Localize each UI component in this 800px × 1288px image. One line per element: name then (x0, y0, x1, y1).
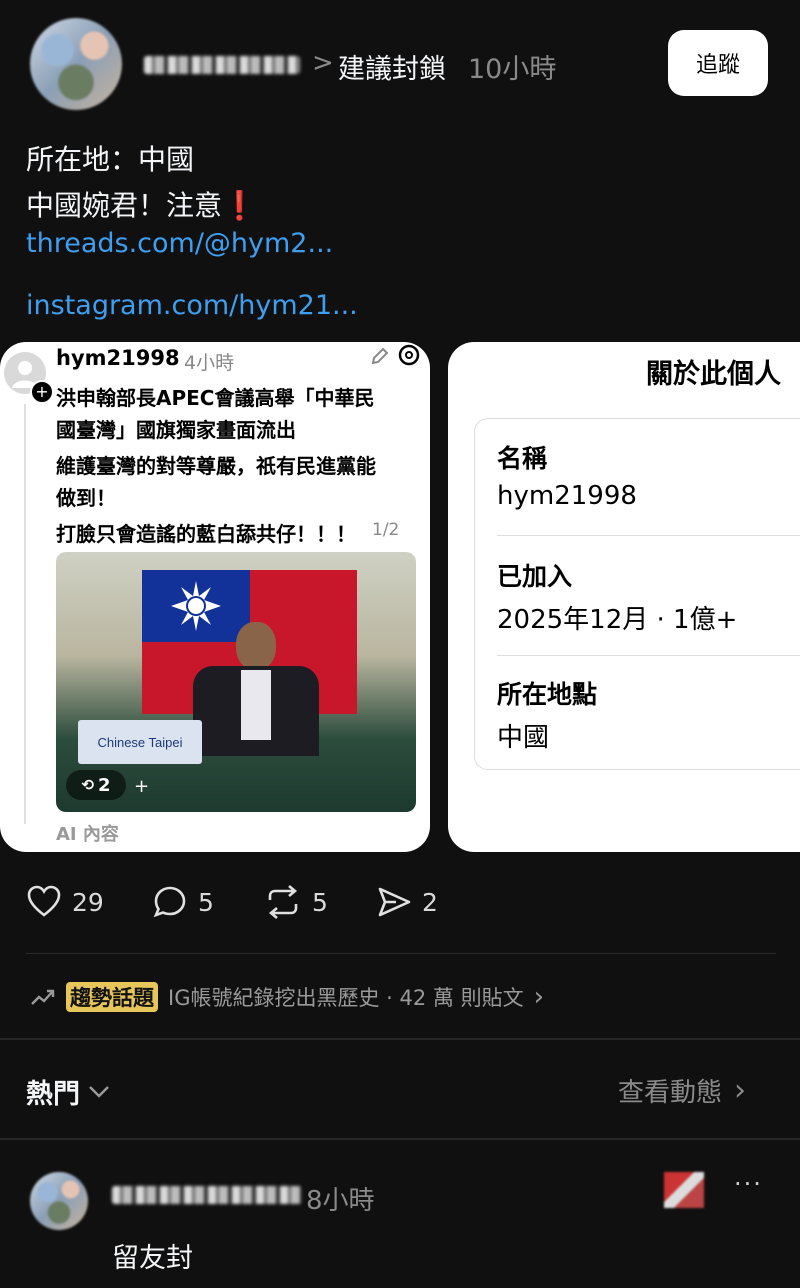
ai-content-label: AI 內容 (56, 824, 119, 845)
view-activity-label: 查看動態 (618, 1078, 723, 1108)
view-activity-link[interactable]: 查看動態 › (618, 1072, 746, 1109)
commenter-avatar[interactable] (30, 1172, 88, 1230)
embed-thread-line (24, 404, 26, 824)
trending-tag: 趨勢話題 (66, 982, 158, 1012)
author-avatar[interactable] (30, 18, 122, 110)
about-title: 關於此個人 (646, 359, 781, 390)
embed-follow-plus-icon: + (30, 380, 54, 404)
name-value: hym21998 (497, 481, 637, 511)
trending-text: IG帳號紀錄挖出黑歷史 · 42 萬 則貼文 (168, 986, 524, 1010)
chevron-down-icon (89, 1085, 109, 1098)
embed-line-3: 維護臺灣的對等尊嚴，祇有民進黨能 (56, 454, 376, 478)
post-line-1: 所在地：中國 (26, 143, 195, 176)
repost-count: 5 (312, 887, 328, 917)
comment-time: 8小時 (306, 1186, 375, 1216)
comment-button[interactable]: 5 (152, 884, 214, 920)
author-username[interactable] (144, 56, 300, 74)
embed-line-5: 打臉只會造謠的藍白舔共仔！！！ (56, 522, 356, 546)
trending-icon (31, 989, 55, 1005)
like-count: 29 (72, 887, 104, 917)
threads-logo-icon (398, 344, 420, 366)
post-line-2: 中國婉君！注意❗ (26, 189, 257, 222)
embed-line-2: 國臺灣」國旗獨家畫面流出 (56, 418, 296, 442)
share-count: 2 (422, 887, 438, 917)
follow-button[interactable]: 追蹤 (668, 30, 768, 96)
man-figure (181, 622, 331, 756)
suggestion-label[interactable]: 建議封鎖 (338, 47, 446, 86)
threads-link[interactable]: threads.com/@hym2... (26, 228, 333, 259)
embed-line-4: 做到！ (56, 486, 116, 510)
divider-1 (497, 535, 800, 536)
embed-username: hym21998 (56, 346, 180, 370)
reaction-thumbnail (664, 1172, 704, 1208)
embedded-photo: Chinese Taipei ⟲ 2 + (56, 552, 416, 812)
about-person-card[interactable]: 關於此個人 名稱 hym21998 已加入 2025年12月 · 1億+ 所在地… (448, 342, 800, 852)
pencil-icon (371, 347, 389, 365)
like-button[interactable]: 29 (26, 884, 104, 920)
post-time: 10小時 (468, 54, 557, 85)
page-indicator: 1/2 (372, 520, 400, 540)
repost-count-text: 2 (98, 774, 111, 796)
embedded-post-card[interactable]: + hym21998 4小時 洪申翰部長APEC會議高舉「中華民 國臺灣」國旗獨… (0, 342, 430, 852)
repost-button[interactable]: 5 (264, 884, 328, 920)
instagram-link[interactable]: instagram.com/hym21... (26, 290, 358, 321)
joined-value: 2025年12月 · 1億+ (497, 605, 738, 635)
section-separator-2 (0, 1138, 800, 1140)
commenter-username[interactable] (112, 1186, 302, 1204)
heart-icon (27, 885, 61, 917)
chevron-right-icon: > (312, 48, 334, 78)
placard-text: Chinese Taipei (97, 734, 183, 750)
chevron-right-icon: › (533, 982, 544, 1012)
about-info-box: 名稱 hym21998 已加入 2025年12月 · 1億+ 所在地點 中國 (474, 418, 800, 770)
location-label: 所在地點 (497, 680, 598, 709)
joined-label: 已加入 (497, 562, 573, 591)
more-options-icon[interactable]: ··· (734, 1170, 763, 1198)
name-label: 名稱 (497, 444, 548, 473)
section-separator (0, 1038, 800, 1040)
trending-row[interactable]: 趨勢話題 IG帳號紀錄挖出黑歷史 · 42 萬 則貼文 › (30, 982, 544, 1012)
share-icon (378, 887, 411, 917)
chevron-right-icon: › (734, 1073, 747, 1108)
share-button[interactable]: 2 (376, 884, 438, 920)
embed-time: 4小時 (184, 352, 235, 374)
divider-stats (26, 953, 776, 954)
location-value: 中國 (497, 723, 550, 753)
repost-small-icon: ⟲ (81, 776, 95, 794)
embed-line-1: 洪申翰部長APEC會議高舉「中華民 (56, 386, 375, 410)
sort-label: 熱門 (26, 1079, 80, 1110)
divider-2 (497, 655, 800, 656)
comment-count: 5 (198, 887, 214, 917)
sort-dropdown[interactable]: 熱門 (26, 1072, 110, 1111)
placard: Chinese Taipei (78, 720, 202, 764)
plus-overlay: + (134, 776, 150, 797)
comment-icon (153, 886, 186, 918)
repost-count-overlay: ⟲ 2 (66, 770, 126, 800)
comment-text: 留友封 (112, 1243, 193, 1274)
repost-icon (268, 885, 298, 919)
